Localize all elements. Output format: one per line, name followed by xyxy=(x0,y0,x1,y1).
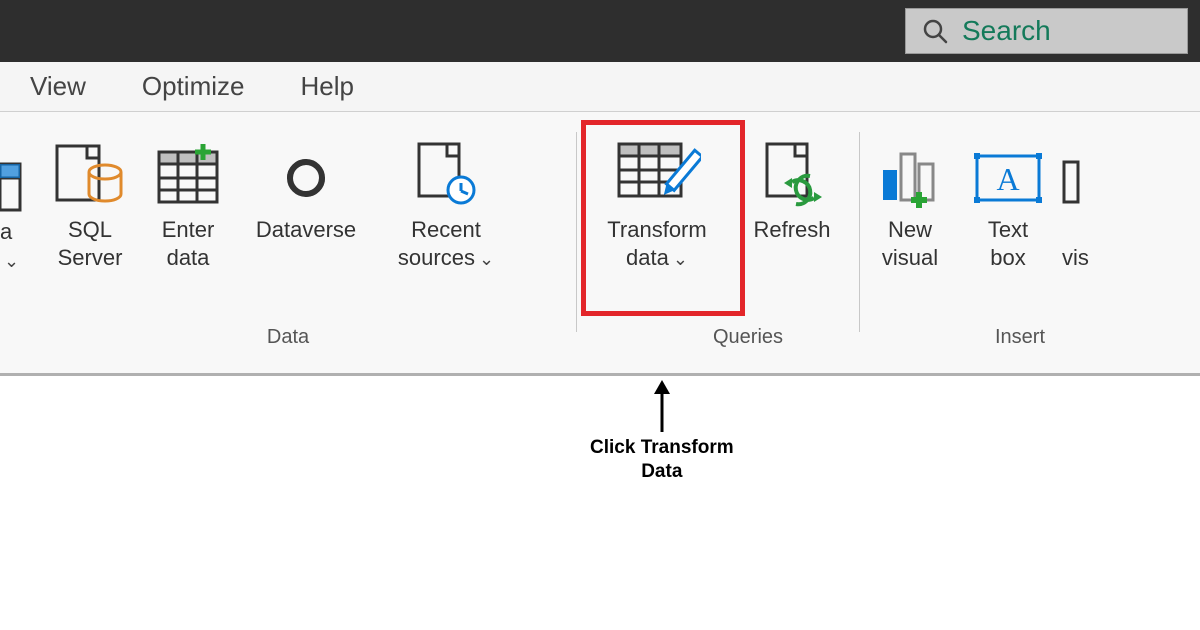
enter-data-button[interactable]: Enter data xyxy=(140,122,236,276)
recent-line1: Recent xyxy=(411,217,481,242)
textbox-line1: Text xyxy=(988,217,1028,242)
dataverse-button[interactable]: Dataverse xyxy=(236,122,376,276)
ribbon-tabs: View Optimize Help xyxy=(0,62,1200,112)
newvis-line1: New xyxy=(888,217,932,242)
enter-line2: data xyxy=(167,245,210,270)
tab-optimize[interactable]: Optimize xyxy=(142,71,245,102)
transform-data-icon xyxy=(613,122,701,208)
recent-sources-icon xyxy=(411,122,481,208)
group-data: a⌄ SQLServer xyxy=(0,112,576,373)
sql-server-icon xyxy=(53,122,127,208)
sql-server-button[interactable]: SQL Server xyxy=(40,122,140,276)
arrow-up-icon xyxy=(602,380,722,434)
sql-line2: Server xyxy=(58,245,123,270)
chevron-down-icon: ⌄ xyxy=(673,249,688,269)
tab-help[interactable]: Help xyxy=(300,71,353,102)
textbox-line2: box xyxy=(990,245,1025,270)
dataverse-line1: Dataverse xyxy=(256,217,356,242)
partial-line1: a xyxy=(0,219,12,244)
group-insert: New visual A Text box xyxy=(860,112,1180,373)
group-label-insert: Insert xyxy=(860,322,1180,352)
refresh-line1: Refresh xyxy=(753,217,830,242)
partial-data-item[interactable]: a⌄ xyxy=(0,122,40,273)
new-visual-icon xyxy=(875,122,945,208)
sql-line1: SQL xyxy=(68,217,112,242)
search-icon xyxy=(922,18,948,44)
group-queries: Transform data⌄ Refresh Queries xyxy=(577,112,859,373)
new-visual-button[interactable]: New visual xyxy=(860,122,960,276)
recent-line2: sources xyxy=(398,245,475,270)
transform-line2: data xyxy=(626,245,669,270)
refresh-button[interactable]: Refresh xyxy=(737,122,847,276)
group-label-data: Data xyxy=(0,322,576,352)
group-label-queries: Queries xyxy=(577,322,859,352)
chevron-down-icon: ⌄ xyxy=(479,249,494,269)
dataverse-icon xyxy=(268,122,344,208)
search-placeholder: Search xyxy=(962,15,1051,47)
newvis-line2: visual xyxy=(882,245,938,270)
annotation-callout: Click Transform Data xyxy=(590,380,734,484)
more-visuals-icon xyxy=(1062,122,1082,208)
title-bar: Search xyxy=(0,0,1200,62)
annotation-line1: Click Transform xyxy=(590,437,734,458)
recent-sources-button[interactable]: Recent sources⌄ xyxy=(376,122,516,276)
transform-data-button[interactable]: Transform data⌄ xyxy=(577,122,737,276)
text-box-button[interactable]: A Text box xyxy=(960,122,1056,276)
morevis-line1: vis xyxy=(1062,245,1089,270)
tab-view[interactable]: View xyxy=(30,71,86,102)
enter-data-icon xyxy=(153,122,223,208)
more-visuals-button[interactable]: vis xyxy=(1056,122,1096,276)
svg-text:A: A xyxy=(996,161,1019,197)
annotation-line2: Data xyxy=(641,461,682,482)
transform-line1: Transform xyxy=(607,217,706,242)
enter-line1: Enter xyxy=(162,217,215,242)
refresh-icon xyxy=(759,122,825,208)
search-box[interactable]: Search xyxy=(905,8,1188,54)
data-source-icon xyxy=(0,132,30,218)
text-box-icon: A xyxy=(969,122,1047,208)
chevron-down-icon: ⌄ xyxy=(4,251,19,271)
ribbon: a⌄ SQLServer xyxy=(0,112,1200,376)
